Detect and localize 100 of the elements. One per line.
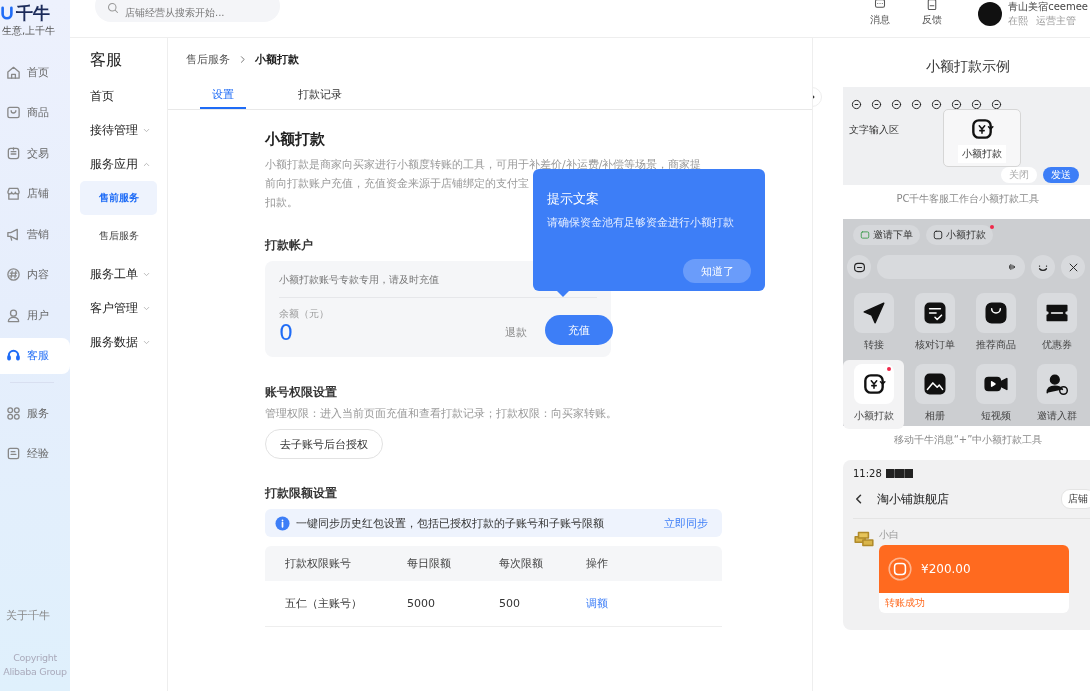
close-icon [1067,261,1079,273]
about-link[interactable]: 关于千牛 [6,608,70,623]
column-header: 操作 [585,546,722,581]
toolbar-icon [891,99,902,110]
tab[interactable]: 打款记录 [286,81,354,109]
transfer-status: 转账成功 [884,596,926,610]
tool-tile: 转接 [843,289,904,358]
nav-item[interactable]: 商品 [0,94,70,131]
feedback-icon [926,0,939,11]
user-role: 运营主管 [1036,14,1077,28]
yuan-icon [969,116,995,142]
avatar[interactable] [978,2,1003,26]
transfer-icon [933,230,943,240]
hash-icon [6,267,21,282]
info-icon [275,515,290,531]
nav-item[interactable]: 首页 [0,54,70,90]
section-title: 打款限额设置 [265,486,338,501]
status-time: 11:28 [853,468,882,479]
store-icon [6,186,21,201]
sidebar-group[interactable]: 服务数据 [80,325,157,359]
tool-tile: 短视频 [965,360,1026,429]
sidebar-group[interactable]: 接待管理 [80,113,157,147]
description-line: 扣款。 [265,195,298,211]
copyright-text: Copyright [12,651,58,665]
photo-icon [921,371,948,397]
nav-item[interactable]: 营销 [0,216,70,252]
breadcrumb-item: 小额打款 [255,52,299,67]
send-button[interactable]: 发送 [1043,167,1079,183]
authorize-button[interactable]: 去子账号后台授权 [265,429,383,459]
transfer-icon [887,556,913,582]
image-caption: PC千牛客服工作台小额打款工具 [895,192,1041,206]
sidebar-group[interactable]: 服务工单 [80,257,157,291]
shop-name: 淘小铺旗舰店 [877,491,949,507]
note-icon [6,446,21,461]
nav-item[interactable]: 交易 [0,135,70,171]
table-cell: 500 [498,581,585,627]
image-caption: 移动千牛消息“+”中小额打款工具 [892,433,1044,447]
toolbar-icon [931,99,942,110]
tool-tile: 相册 [904,360,965,429]
sidebar-title: 客服 [90,50,123,71]
user-icon [6,307,21,323]
panel-title: 小额打款示例 [925,58,1011,76]
page-title: 小额打款 [265,130,326,149]
toolbar-icon [911,99,922,110]
slogan: 生意,上千牛 [1,24,57,38]
toolbar-icon [991,99,1002,110]
tool-tile: 核对订单 [904,289,965,358]
table-cell: 5000 [406,581,498,627]
sync-link[interactable]: 立即同步 [664,515,708,531]
nav-item[interactable]: 客服 [0,337,70,374]
apps-icon [6,405,21,421]
column-header: 每日限额 [406,546,498,581]
envelope-icon [860,230,870,240]
toolbar-icon [971,99,982,110]
sidebar-subitem[interactable]: 售后服务 [80,219,157,253]
tool-tile: 小额打款 [843,360,904,429]
section-title: 打款帐户 [265,238,314,253]
refund-button[interactable]: 退款 [499,324,533,341]
sidebar-subitem[interactable]: 售前服务 [80,181,157,215]
adjust-link[interactable]: 调额 [586,596,608,611]
header-action[interactable]: 反馈 [906,0,959,28]
table-cell: 五仁（主账号） [265,581,406,627]
quick-chip: 邀请下单 [853,225,920,245]
chat-bubble-icon [852,260,866,274]
toolbar-icon [951,99,962,110]
nav-item[interactable]: 服务 [0,395,70,431]
bag-icon [6,105,21,120]
breadcrumb-item[interactable]: 售后服务 [186,52,230,67]
quick-chip: 小额打款 [926,225,993,245]
popup-label: 小额打款 [958,145,1006,163]
toolbar-icon [871,99,882,110]
search-field[interactable]: 店铺经营从搜索开始... [95,0,280,22]
sidebar-group[interactable]: 服务应用 [80,147,157,181]
section-title: 账号权限设置 [265,385,338,400]
nav-item[interactable]: 店铺 [0,175,70,212]
copyright-text: Alibaba Group [2,665,68,679]
toolbar-icon [851,99,862,110]
section-description: 管理权限：进入当前页面充值和查看打款记录；打款权限：向买家转账。 [265,406,618,421]
tool-tile: 邀请入群 [1026,360,1087,429]
nav-item[interactable]: 经验 [0,435,70,472]
bag-icon [982,300,1009,326]
recharge-button[interactable]: 充值 [545,315,613,345]
sidebar-item[interactable]: 首页 [80,79,157,113]
banner-text: 一键同步历史红包设置，包括已授权打款的子账号和子账号限额 [296,515,604,531]
home-icon [6,64,21,80]
user-name: 青山美宿ceemee [1008,0,1088,14]
column-header: 每次限额 [498,546,585,581]
logo-icon [0,6,14,20]
sidebar-group[interactable]: 客户管理 [80,291,157,325]
header-action[interactable]: 消息 [854,0,907,28]
tooltip-title: 提示文案 [547,191,600,208]
tooltip-text: 请确保资金池有足够资金进行小额打款 [547,216,735,230]
nav-item[interactable]: 用户 [0,297,70,333]
nav-item[interactable]: 内容 [0,256,70,293]
headset-icon [6,348,21,363]
column-header: 打款权限账号 [265,546,406,581]
checklist-icon [921,300,948,326]
tool-tile: 推荐商品 [965,289,1026,358]
user-status: 在熙 [1008,14,1029,28]
tab[interactable]: 设置 [200,81,246,109]
